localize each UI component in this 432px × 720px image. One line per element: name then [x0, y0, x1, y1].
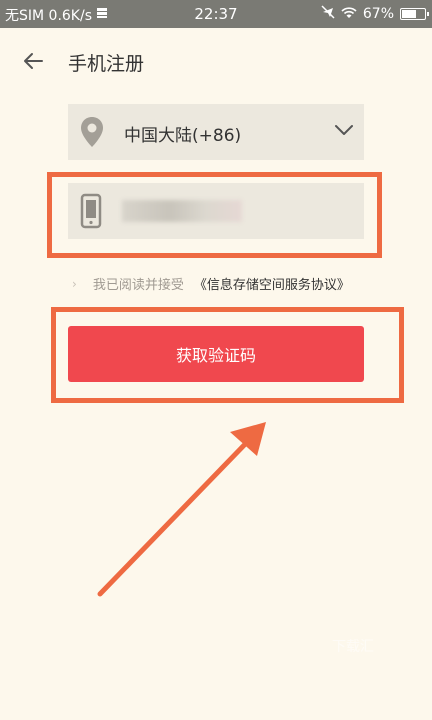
annotation-arrow — [97, 422, 266, 597]
watermark: 下载汇 — [332, 639, 374, 655]
